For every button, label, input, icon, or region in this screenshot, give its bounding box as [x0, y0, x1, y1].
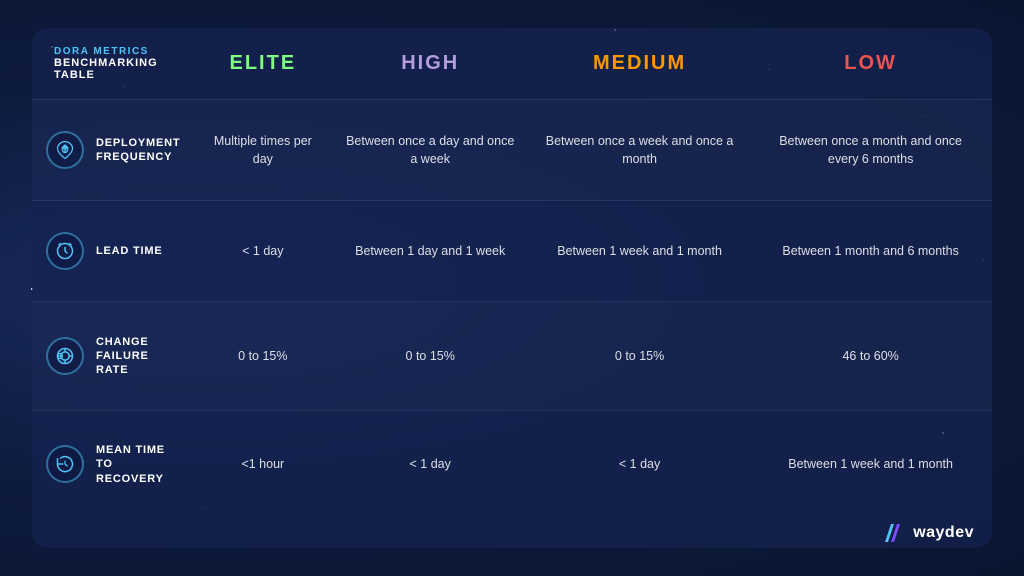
recovery-icon	[46, 445, 84, 483]
low-value-deployment-frequency: Between once a month and once every 6 mo…	[749, 100, 992, 201]
waydev-logo-icon	[885, 524, 907, 542]
dora-metrics-label: DORA METRICS	[54, 46, 181, 57]
benchmarking-table: DORA METRICS BENCHMARKING TABLE ELITE HI…	[32, 28, 992, 548]
metric-label-deployment-frequency: DEPLOYMENTFREQUENCY	[96, 136, 180, 165]
high-header: HIGH	[330, 28, 529, 100]
metric-label-change-failure-rate: CHANGEFAILURE RATE	[96, 335, 181, 378]
logo-row: waydev	[32, 518, 992, 548]
table-row: MEAN TIME TORECOVERY<1 hour< 1 day< 1 da…	[32, 410, 992, 518]
elite-value-mean-time-recovery: <1 hour	[195, 410, 330, 518]
main-container: DORA METRICS BENCHMARKING TABLE ELITE HI…	[32, 28, 992, 548]
logo-cell: waydev	[32, 518, 992, 548]
medium-header: MEDIUM	[530, 28, 749, 100]
table-row: LEAD TIME < 1 dayBetween 1 day and 1 week…	[32, 201, 992, 302]
target-icon	[46, 337, 84, 375]
elite-value-change-failure-rate: 0 to 15%	[195, 302, 330, 411]
high-value-lead-time: Between 1 day and 1 week	[330, 201, 529, 302]
elite-header: ELITE	[195, 28, 330, 100]
low-value-change-failure-rate: 46 to 60%	[749, 302, 992, 411]
metric-cell-mean-time-recovery: MEAN TIME TORECOVERY	[32, 410, 195, 518]
metric-cell-deployment-frequency: DEPLOYMENTFREQUENCY	[32, 100, 195, 201]
elite-value-lead-time: < 1 day	[195, 201, 330, 302]
low-header: LOW	[749, 28, 992, 100]
medium-value-deployment-frequency: Between once a week and once a month	[530, 100, 749, 201]
metric-label-lead-time: LEAD TIME	[96, 244, 162, 258]
benchmarking-label: BENCHMARKING TABLE	[54, 57, 181, 81]
high-value-mean-time-recovery: < 1 day	[330, 410, 529, 518]
metric-label-mean-time-recovery: MEAN TIME TORECOVERY	[96, 443, 181, 486]
medium-value-mean-time-recovery: < 1 day	[530, 410, 749, 518]
clock-icon	[46, 232, 84, 270]
table-header: DORA METRICS BENCHMARKING TABLE ELITE HI…	[32, 28, 992, 100]
metric-cell-change-failure-rate: CHANGEFAILURE RATE	[32, 302, 195, 411]
table-row: CHANGEFAILURE RATE0 to 15%0 to 15%0 to 1…	[32, 302, 992, 411]
metric-header: DORA METRICS BENCHMARKING TABLE	[32, 28, 195, 100]
low-value-lead-time: Between 1 month and 6 months	[749, 201, 992, 302]
waydev-logo-text: waydev	[913, 524, 974, 542]
medium-value-change-failure-rate: 0 to 15%	[530, 302, 749, 411]
high-value-deployment-frequency: Between once a day and once a week	[330, 100, 529, 201]
deployment-icon	[46, 131, 84, 169]
medium-value-lead-time: Between 1 week and 1 month	[530, 201, 749, 302]
elite-value-deployment-frequency: Multiple times per day	[195, 100, 330, 201]
table-row: DEPLOYMENTFREQUENCY Multiple times per da…	[32, 100, 992, 201]
logo-container: waydev	[50, 524, 974, 542]
metric-cell-lead-time: LEAD TIME	[32, 201, 195, 302]
high-value-change-failure-rate: 0 to 15%	[330, 302, 529, 411]
low-value-mean-time-recovery: Between 1 week and 1 month	[749, 410, 992, 518]
